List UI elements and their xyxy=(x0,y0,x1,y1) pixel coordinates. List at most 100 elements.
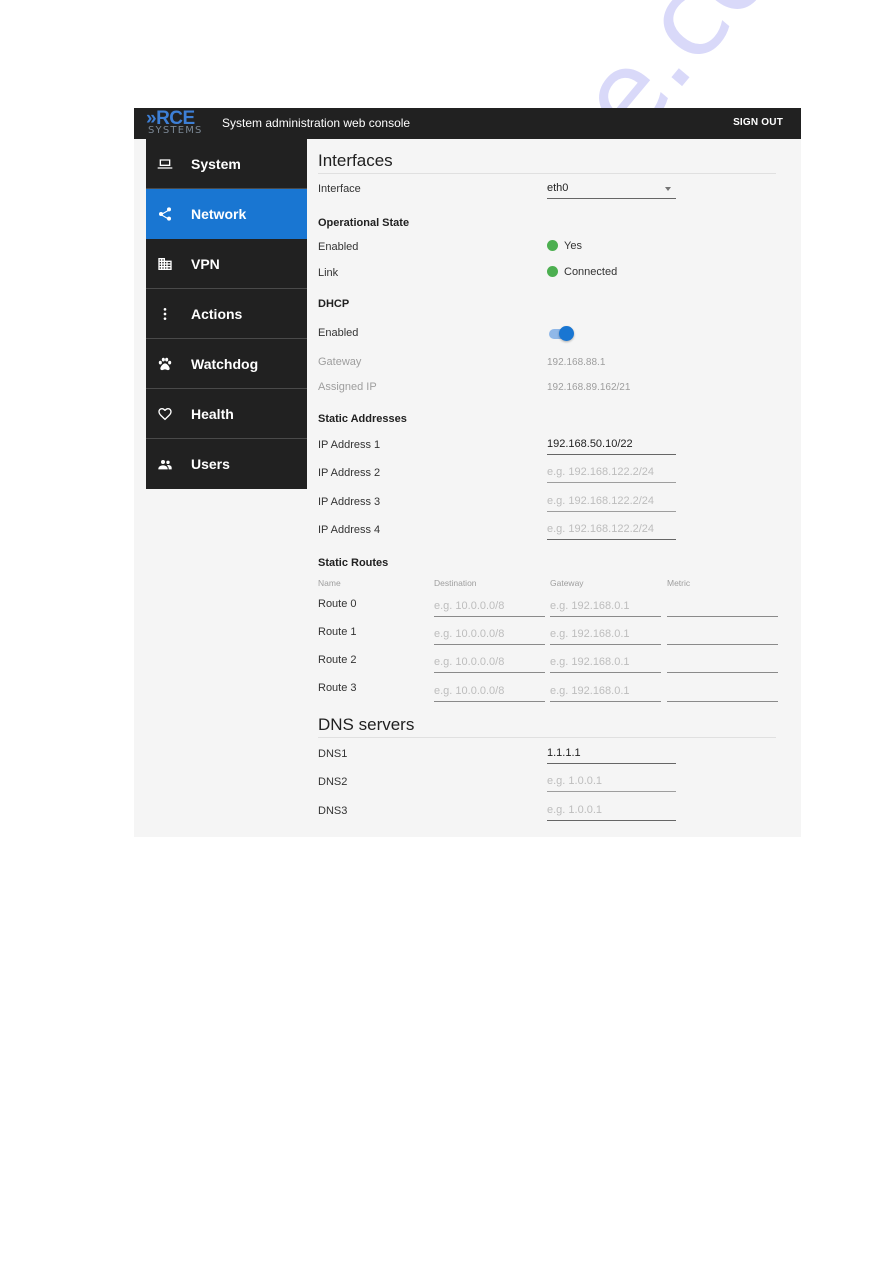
chevron-down-icon xyxy=(665,187,671,191)
route-destination-input[interactable] xyxy=(434,682,545,702)
route-gateway-input[interactable] xyxy=(550,682,661,702)
dns2-field[interactable] xyxy=(547,775,676,787)
ip-address-4-input[interactable] xyxy=(547,520,676,540)
route-metric-field[interactable] xyxy=(667,685,778,697)
sign-out-button[interactable]: SIGN OUT xyxy=(733,117,783,128)
rce-systems-logo: »RCE SYSTEMS xyxy=(146,109,216,137)
ip-address-2-input[interactable] xyxy=(547,463,676,483)
route-gateway-input[interactable] xyxy=(550,653,661,673)
title-divider xyxy=(318,173,776,174)
more-vertical-icon xyxy=(157,306,173,322)
sidebar-item-label: System xyxy=(191,155,241,172)
static-routes-heading: Static Routes xyxy=(318,557,389,569)
dhcp-heading: DHCP xyxy=(318,298,350,310)
link-status: Connected xyxy=(541,266,617,278)
heart-icon xyxy=(157,406,173,422)
sidebar-item-health[interactable]: Health xyxy=(146,389,307,439)
route-gateway-field[interactable] xyxy=(550,656,661,668)
column-header-gateway: Gateway xyxy=(550,578,584,588)
sidebar-item-label: Network xyxy=(191,205,247,222)
ip-address-2-field[interactable] xyxy=(547,466,676,478)
route-metric-input[interactable] xyxy=(667,682,778,702)
route-metric-field[interactable] xyxy=(667,628,778,640)
route-gateway-field[interactable] xyxy=(550,600,661,612)
column-header-name: Name xyxy=(318,578,341,588)
status-dot-icon xyxy=(547,240,558,251)
ip-address-2-label: IP Address 2 xyxy=(318,467,381,479)
dns-servers-title: DNS servers xyxy=(318,715,415,734)
route-destination-field[interactable] xyxy=(434,628,545,640)
ip-address-1-field[interactable] xyxy=(547,438,676,450)
route-metric-field[interactable] xyxy=(667,600,778,612)
sidebar-nav: System Network VPN Actions Watchdog Heal… xyxy=(146,139,307,489)
laptop-icon xyxy=(157,156,173,172)
route-metric-field[interactable] xyxy=(667,656,778,668)
gateway-value: 192.168.88.1 xyxy=(547,357,606,368)
route-name: Route 2 xyxy=(318,654,357,666)
interfaces-title: Interfaces xyxy=(318,151,393,170)
route-name: Route 1 xyxy=(318,626,357,638)
route-metric-input[interactable] xyxy=(667,625,778,645)
dhcp-enabled-label: Enabled xyxy=(318,327,359,339)
gateway-label: Gateway xyxy=(318,356,362,368)
route-gateway-input[interactable] xyxy=(550,597,661,617)
static-addresses-heading: Static Addresses xyxy=(318,413,407,425)
app-title: System administration web console xyxy=(222,116,411,130)
sidebar-item-label: Users xyxy=(191,456,230,472)
logo-secondary: SYSTEMS xyxy=(148,125,203,136)
interface-select-value: eth0 xyxy=(547,182,569,194)
ip-address-4-field[interactable] xyxy=(547,523,676,535)
dns3-field[interactable] xyxy=(547,804,676,816)
route-destination-field[interactable] xyxy=(434,656,545,668)
dhcp-enabled-toggle[interactable] xyxy=(547,326,575,342)
enabled-label: Enabled xyxy=(318,241,359,253)
dns3-input[interactable] xyxy=(547,801,676,821)
sidebar-item-system[interactable]: System xyxy=(146,139,307,189)
sidebar-item-label: Actions xyxy=(191,305,243,322)
building-icon xyxy=(157,256,173,272)
interface-select[interactable]: eth0 xyxy=(547,179,676,199)
route-destination-input[interactable] xyxy=(434,625,545,645)
dns3-label: DNS3 xyxy=(318,805,348,817)
route-metric-input[interactable] xyxy=(667,653,778,673)
top-app-bar: »RCE SYSTEMS System administration web c… xyxy=(134,108,801,139)
operational-state-heading: Operational State xyxy=(318,217,410,229)
ip-address-1-label: IP Address 1 xyxy=(318,439,381,451)
enabled-status: Yes xyxy=(541,240,582,252)
dns2-input[interactable] xyxy=(547,772,676,792)
sidebar-item-vpn[interactable]: VPN xyxy=(146,239,307,289)
paw-icon xyxy=(157,356,173,372)
route-destination-input[interactable] xyxy=(434,597,545,617)
link-label: Link xyxy=(318,267,339,279)
ip-address-3-input[interactable] xyxy=(547,492,676,512)
dns2-label: DNS2 xyxy=(318,776,348,788)
people-icon xyxy=(157,456,173,472)
toggle-thumb xyxy=(559,326,574,341)
ip-address-3-field[interactable] xyxy=(547,495,676,507)
route-metric-input[interactable] xyxy=(667,597,778,617)
status-dot-icon xyxy=(547,266,558,277)
share-icon xyxy=(157,206,173,222)
route-name: Route 3 xyxy=(318,682,357,694)
route-gateway-field[interactable] xyxy=(550,685,661,697)
route-destination-input[interactable] xyxy=(434,653,545,673)
route-destination-field[interactable] xyxy=(434,600,545,612)
sidebar-item-actions[interactable]: Actions xyxy=(146,289,307,339)
sidebar-item-label: VPN xyxy=(191,255,220,272)
app-window: »RCE SYSTEMS System administration web c… xyxy=(134,108,801,837)
ip-address-4-label: IP Address 4 xyxy=(318,524,381,536)
assigned-ip-label: Assigned IP xyxy=(318,381,377,393)
route-destination-field[interactable] xyxy=(434,685,545,697)
route-gateway-input[interactable] xyxy=(550,625,661,645)
sidebar-item-watchdog[interactable]: Watchdog xyxy=(146,339,307,389)
sidebar-item-users[interactable]: Users xyxy=(146,439,307,489)
dns1-field[interactable] xyxy=(547,747,676,759)
interface-label: Interface xyxy=(318,183,361,195)
dns1-input[interactable] xyxy=(547,744,676,764)
route-gateway-field[interactable] xyxy=(550,628,661,640)
ip-address-1-input[interactable] xyxy=(547,435,676,455)
column-header-metric: Metric xyxy=(667,578,691,588)
sidebar-item-network[interactable]: Network xyxy=(146,189,307,239)
assigned-ip-value: 192.168.89.162/21 xyxy=(547,382,631,393)
column-header-destination: Destination xyxy=(434,578,477,588)
